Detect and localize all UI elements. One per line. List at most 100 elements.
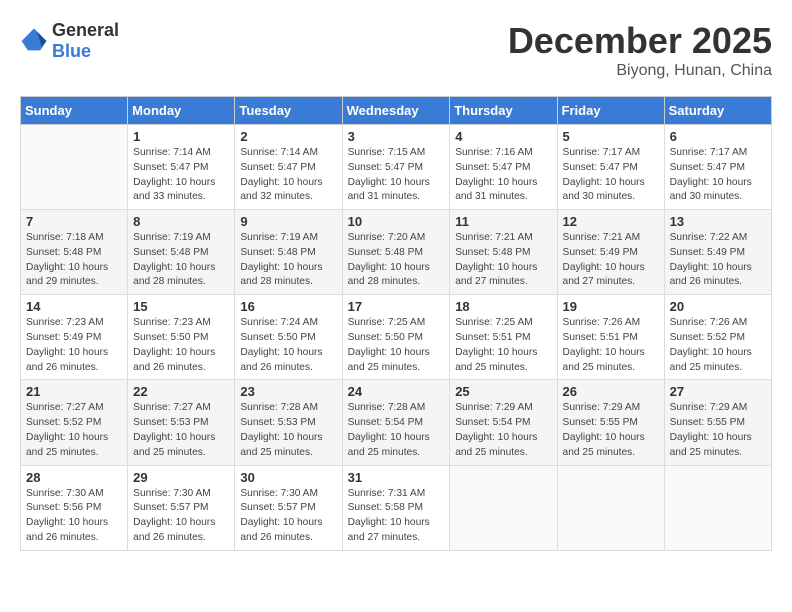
day-number: 26 [563, 384, 659, 399]
day-info: Sunrise: 7:20 AM Sunset: 5:48 PM Dayligh… [348, 231, 445, 290]
day-info: Sunrise: 7:17 AM Sunset: 5:47 PM Dayligh… [670, 146, 766, 205]
weekday-header-thursday: Thursday [450, 97, 557, 125]
day-number: 8 [133, 214, 229, 229]
day-number: 11 [455, 214, 551, 229]
day-info: Sunrise: 7:30 AM Sunset: 5:57 PM Dayligh… [240, 487, 336, 546]
calendar-cell: 22Sunrise: 7:27 AM Sunset: 5:53 PM Dayli… [128, 380, 235, 465]
day-number: 7 [26, 214, 122, 229]
day-number: 31 [348, 470, 445, 485]
calendar-cell: 21 Sunrise: 7:27 AM Sunset: 5:52 PM Dayli… [21, 380, 128, 465]
calendar-cell: 28 Sunrise: 7:30 AM Sunset: 5:56 PM Dayli… [21, 465, 128, 550]
calendar-week-2: 7Sunrise: 7:18 AM Sunset: 5:48 PM Daylig… [21, 210, 772, 295]
calendar-cell: 13Sunrise: 7:22 AM Sunset: 5:49 PM Dayli… [664, 210, 771, 295]
calendar-cell: 27 Sunrise: 7:29 AM Sunset: 5:55 PM Dayli… [664, 380, 771, 465]
day-number: 12 [563, 214, 659, 229]
weekday-header-friday: Friday [557, 97, 664, 125]
weekday-header-row: SundayMondayTuesdayWednesdayThursdayFrid… [21, 97, 772, 125]
day-number: 16 [240, 299, 336, 314]
calendar-cell: 10 Sunrise: 7:20 AM Sunset: 5:48 PM Dayli… [342, 210, 450, 295]
calendar-cell: 7Sunrise: 7:18 AM Sunset: 5:48 PM Daylig… [21, 210, 128, 295]
day-info: Sunrise: 7:17 AM Sunset: 5:47 PM Dayligh… [563, 146, 659, 205]
day-number: 3 [348, 129, 445, 144]
weekday-header-wednesday: Wednesday [342, 97, 450, 125]
day-info: Sunrise: 7:29 AM Sunset: 5:54 PM Dayligh… [455, 401, 551, 460]
day-number: 4 [455, 129, 551, 144]
calendar-cell: 23 Sunrise: 7:28 AM Sunset: 5:53 PM Dayli… [235, 380, 342, 465]
calendar-body: 1 Sunrise: 7:14 AM Sunset: 5:47 PM Daylig… [21, 125, 772, 551]
month-title: December 2025 [508, 20, 772, 62]
day-number: 25 [455, 384, 551, 399]
calendar-cell: 8 Sunrise: 7:19 AM Sunset: 5:48 PM Daylig… [128, 210, 235, 295]
day-number: 17 [348, 299, 445, 314]
calendar-cell: 20 Sunrise: 7:26 AM Sunset: 5:52 PM Dayli… [664, 295, 771, 380]
day-number: 19 [563, 299, 659, 314]
calendar-cell [450, 465, 557, 550]
day-info: Sunrise: 7:25 AM Sunset: 5:50 PM Dayligh… [348, 316, 445, 375]
day-number: 23 [240, 384, 336, 399]
location-title: Biyong, Hunan, China [508, 62, 772, 80]
calendar-cell: 16 Sunrise: 7:24 AM Sunset: 5:50 PM Dayli… [235, 295, 342, 380]
day-number: 20 [670, 299, 766, 314]
day-info: Sunrise: 7:19 AM Sunset: 5:48 PM Dayligh… [133, 231, 229, 290]
day-number: 29 [133, 470, 229, 485]
day-info: Sunrise: 7:31 AM Sunset: 5:58 PM Dayligh… [348, 487, 445, 546]
day-number: 1 [133, 129, 229, 144]
calendar-cell: 4 Sunrise: 7:16 AM Sunset: 5:47 PM Daylig… [450, 125, 557, 210]
day-info: Sunrise: 7:27 AM Sunset: 5:52 PM Dayligh… [26, 401, 122, 460]
day-number: 15 [133, 299, 229, 314]
calendar-cell: 3 Sunrise: 7:15 AM Sunset: 5:47 PM Daylig… [342, 125, 450, 210]
day-number: 2 [240, 129, 336, 144]
calendar-cell: 24 Sunrise: 7:28 AM Sunset: 5:54 PM Dayli… [342, 380, 450, 465]
day-info: Sunrise: 7:21 AM Sunset: 5:48 PM Dayligh… [455, 231, 551, 290]
day-number: 28 [26, 470, 122, 485]
day-number: 21 [26, 384, 122, 399]
calendar-cell: 1 Sunrise: 7:14 AM Sunset: 5:47 PM Daylig… [128, 125, 235, 210]
calendar-cell: 29Sunrise: 7:30 AM Sunset: 5:57 PM Dayli… [128, 465, 235, 550]
calendar-cell: 25 Sunrise: 7:29 AM Sunset: 5:54 PM Dayli… [450, 380, 557, 465]
calendar-cell [21, 125, 128, 210]
calendar: SundayMondayTuesdayWednesdayThursdayFrid… [20, 96, 772, 551]
calendar-cell [557, 465, 664, 550]
day-number: 27 [670, 384, 766, 399]
calendar-cell: 6Sunrise: 7:17 AM Sunset: 5:47 PM Daylig… [664, 125, 771, 210]
day-info: Sunrise: 7:24 AM Sunset: 5:50 PM Dayligh… [240, 316, 336, 375]
calendar-cell: 19 Sunrise: 7:26 AM Sunset: 5:51 PM Dayli… [557, 295, 664, 380]
day-info: Sunrise: 7:26 AM Sunset: 5:51 PM Dayligh… [563, 316, 659, 375]
day-number: 14 [26, 299, 122, 314]
day-info: Sunrise: 7:23 AM Sunset: 5:50 PM Dayligh… [133, 316, 229, 375]
header: General Blue December 2025 Biyong, Hunan… [20, 20, 772, 80]
calendar-week-5: 28 Sunrise: 7:30 AM Sunset: 5:56 PM Dayli… [21, 465, 772, 550]
day-number: 24 [348, 384, 445, 399]
logo-general: General [52, 20, 119, 40]
calendar-cell: 18 Sunrise: 7:25 AM Sunset: 5:51 PM Dayli… [450, 295, 557, 380]
day-info: Sunrise: 7:30 AM Sunset: 5:56 PM Dayligh… [26, 487, 122, 546]
title-area: December 2025 Biyong, Hunan, China [508, 20, 772, 80]
day-info: Sunrise: 7:29 AM Sunset: 5:55 PM Dayligh… [670, 401, 766, 460]
day-info: Sunrise: 7:28 AM Sunset: 5:53 PM Dayligh… [240, 401, 336, 460]
weekday-header-sunday: Sunday [21, 97, 128, 125]
day-info: Sunrise: 7:27 AM Sunset: 5:53 PM Dayligh… [133, 401, 229, 460]
day-info: Sunrise: 7:29 AM Sunset: 5:55 PM Dayligh… [563, 401, 659, 460]
calendar-week-4: 21 Sunrise: 7:27 AM Sunset: 5:52 PM Dayli… [21, 380, 772, 465]
calendar-cell: 2Sunrise: 7:14 AM Sunset: 5:47 PM Daylig… [235, 125, 342, 210]
day-info: Sunrise: 7:21 AM Sunset: 5:49 PM Dayligh… [563, 231, 659, 290]
logo-blue: Blue [52, 41, 91, 61]
day-number: 18 [455, 299, 551, 314]
day-info: Sunrise: 7:25 AM Sunset: 5:51 PM Dayligh… [455, 316, 551, 375]
weekday-header-saturday: Saturday [664, 97, 771, 125]
calendar-cell [664, 465, 771, 550]
day-info: Sunrise: 7:15 AM Sunset: 5:47 PM Dayligh… [348, 146, 445, 205]
day-number: 30 [240, 470, 336, 485]
calendar-cell: 31 Sunrise: 7:31 AM Sunset: 5:58 PM Dayli… [342, 465, 450, 550]
day-info: Sunrise: 7:26 AM Sunset: 5:52 PM Dayligh… [670, 316, 766, 375]
weekday-header-monday: Monday [128, 97, 235, 125]
calendar-cell: 9Sunrise: 7:19 AM Sunset: 5:48 PM Daylig… [235, 210, 342, 295]
day-info: Sunrise: 7:28 AM Sunset: 5:54 PM Dayligh… [348, 401, 445, 460]
calendar-cell: 14Sunrise: 7:23 AM Sunset: 5:49 PM Dayli… [21, 295, 128, 380]
logo: General Blue [20, 20, 119, 62]
day-number: 10 [348, 214, 445, 229]
day-info: Sunrise: 7:14 AM Sunset: 5:47 PM Dayligh… [133, 146, 229, 205]
day-info: Sunrise: 7:16 AM Sunset: 5:47 PM Dayligh… [455, 146, 551, 205]
calendar-cell: 11 Sunrise: 7:21 AM Sunset: 5:48 PM Dayli… [450, 210, 557, 295]
calendar-cell: 30 Sunrise: 7:30 AM Sunset: 5:57 PM Dayli… [235, 465, 342, 550]
